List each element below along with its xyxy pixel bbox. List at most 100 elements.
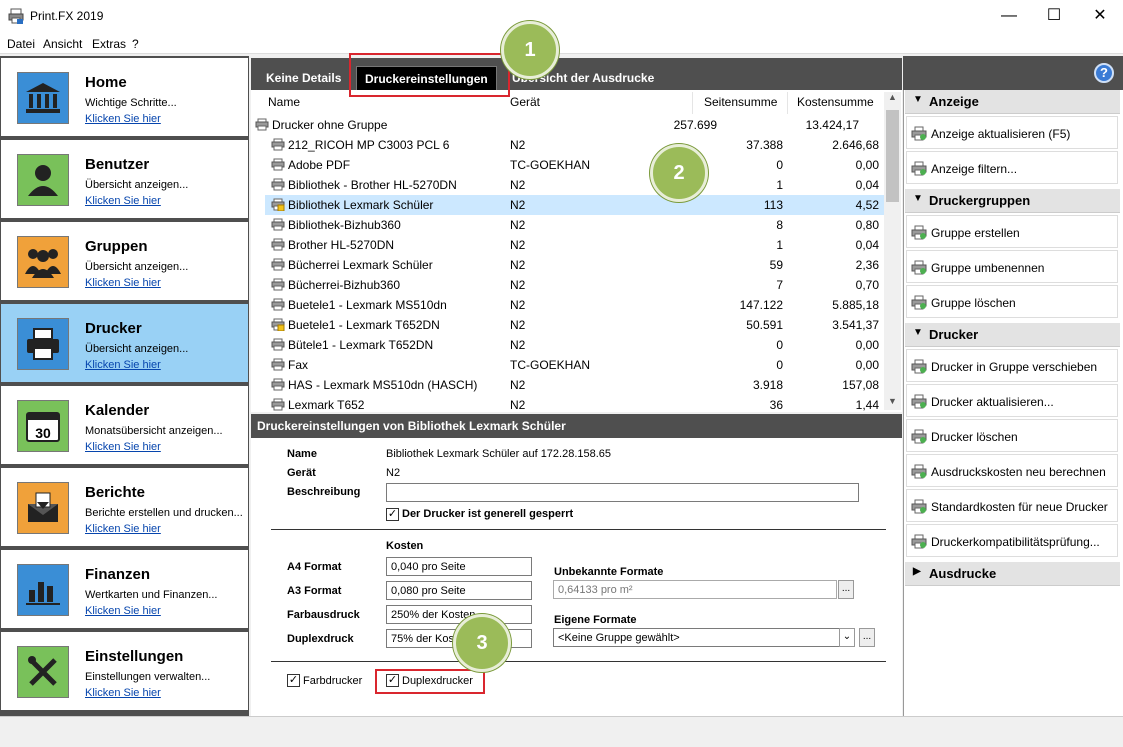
table-row[interactable]: 212_RICOH MP C3003 PCL 6 N2 37.388 2.646,68	[265, 135, 885, 155]
chevron-down-icon: ▼	[913, 327, 923, 338]
own-formats-select[interactable]: <Keine Gruppe gewählt>	[553, 628, 855, 647]
task-action[interactable]: Drucker löschen	[906, 419, 1118, 452]
task-action[interactable]: Gruppe umbenennen	[906, 250, 1118, 283]
task-action[interactable]: Drucker aktualisieren...	[906, 384, 1118, 417]
table-row[interactable]: Adobe PDF TC-GOEKHAN 0 0,00	[265, 155, 885, 175]
sidebar-item-desc: Wichtige Schritte...	[85, 97, 177, 109]
close-button[interactable]: ✕	[1077, 0, 1123, 32]
table-row[interactable]: Bücherrei-Bizhub360 N2 7 0,70	[265, 275, 885, 295]
sidebar-item-title: Gruppen	[85, 238, 148, 255]
printer-cost: 0,00	[855, 158, 879, 172]
table-row[interactable]: Buetele1 - Lexmark MS510dn N2 147.122 5.885…	[265, 295, 885, 315]
sidebar-item-link[interactable]: Klicken Sie hier	[85, 195, 161, 207]
menu-ansicht[interactable]: Ansicht	[43, 37, 82, 51]
sidebar-item-home[interactable]: Home Wichtige Schritte... Klicken Sie hier	[1, 58, 248, 136]
task-action[interactable]: Standardkosten für neue Drucker	[906, 489, 1118, 522]
a4-input[interactable]: 0,040 pro Seite	[386, 557, 532, 576]
sidebar-item-link[interactable]: Klicken Sie hier	[85, 441, 161, 453]
sidebar-item-link[interactable]: Klicken Sie hier	[85, 113, 161, 125]
sidebar-item-einstellungen[interactable]: Einstellungen Einstellungen verwalten... K…	[1, 632, 248, 710]
sidebar-item-benutzer[interactable]: Benutzer Übersicht anzeigen... Klicken Sie…	[1, 140, 248, 218]
table-row[interactable]: Bibliothek Lexmark Schüler N2 113 4,52	[265, 195, 885, 215]
col-header-device[interactable]: Gerät	[510, 95, 540, 109]
task-action[interactable]: Anzeige aktualisieren (F5)	[906, 116, 1118, 149]
sidebar-item-title: Home	[85, 74, 127, 91]
own-formats-button[interactable]: ...	[859, 628, 875, 647]
color-printer-checkbox[interactable]: ✓	[287, 674, 300, 687]
task-action[interactable]: Drucker in Gruppe verschieben	[906, 349, 1118, 382]
chevron-down-icon: ▼	[913, 94, 923, 105]
printer-name: Bibliothek - Brother HL-5270DN	[288, 178, 457, 192]
list-group-row[interactable]: Drucker ohne Gruppe 257.699 13.424,17	[255, 115, 875, 135]
sidebar-item-gruppen[interactable]: Gruppen Übersicht anzeigen... Klicken Sie …	[1, 222, 248, 300]
menu-datei[interactable]: Datei	[7, 37, 35, 51]
section-drucker[interactable]: ▼ Drucker	[905, 323, 1120, 347]
col-header-name[interactable]: Name	[268, 95, 300, 109]
printer-device: N2	[510, 318, 526, 332]
a3-input[interactable]: 0,080 pro Seite	[386, 581, 532, 600]
printer-cost: 5.885,18	[832, 298, 879, 312]
task-action[interactable]: Anzeige filtern...	[906, 151, 1118, 184]
printer-pages: 113	[763, 198, 783, 212]
annotation-bubble-2: 2	[650, 144, 708, 202]
unknown-formats-button[interactable]: ...	[838, 580, 854, 599]
menu-help[interactable]: ?	[132, 37, 139, 51]
table-row[interactable]: HAS - Lexmark MS510dn (HASCH) N2 3.918 157,…	[265, 375, 885, 395]
table-row[interactable]: Bütele1 - Lexmark T652DN N2 0 0,00	[265, 335, 885, 355]
device-value: N2	[386, 467, 401, 479]
chevron-down-icon[interactable]: ⌄	[839, 628, 855, 647]
printer-cost: 0,04	[855, 178, 879, 192]
table-row[interactable]: Bibliothek-Bizhub360 N2 8 0,80	[265, 215, 885, 235]
sidebar-item-kalender[interactable]: 30 Kalender Monatsübersicht anzeigen... Kli…	[1, 386, 248, 464]
printer-cost: 0,04	[855, 238, 879, 252]
col-header-cost[interactable]: Kostensumme	[797, 95, 874, 109]
task-action[interactable]: Druckerkompatibilitätsprüfung...	[906, 524, 1118, 557]
color-print-input[interactable]: 250% der Kosten	[386, 605, 532, 624]
unknown-formats-input[interactable]: 0,64133 pro m²	[553, 580, 837, 599]
sidebar-item-finanzen[interactable]: Finanzen Wertkarten und Finanzen... Klicke…	[1, 550, 248, 628]
sidebar-item-link[interactable]: Klicken Sie hier	[85, 277, 161, 289]
printer-group-icon	[255, 118, 269, 131]
sidebar-item-desc: Übersicht anzeigen...	[85, 261, 189, 273]
sidebar-item-link[interactable]: Klicken Sie hier	[85, 523, 161, 535]
section-anzeige[interactable]: ▼ Anzeige	[905, 90, 1120, 114]
section-druckergruppen[interactable]: ▼ Druckergruppen	[905, 189, 1120, 213]
sidebar-item-drucker[interactable]: Drucker Übersicht anzeigen... Klicken Sie …	[1, 304, 248, 382]
chevron-down-icon: ▼	[913, 193, 923, 204]
maximize-button[interactable]: ☐	[1031, 0, 1077, 32]
task-action[interactable]: Gruppe erstellen	[906, 215, 1118, 248]
help-icon[interactable]: ?	[1094, 63, 1114, 83]
locked-checkbox[interactable]: ✓	[386, 508, 399, 521]
printer-device: N2	[510, 338, 526, 352]
printer-action-icon	[911, 394, 927, 409]
printer-icon	[271, 358, 285, 371]
col-header-pages[interactable]: Seitensumme	[704, 95, 777, 109]
printer-action-icon	[911, 499, 927, 514]
sidebar-item-link[interactable]: Klicken Sie hier	[85, 605, 161, 617]
section-ausdrucke[interactable]: ▶ Ausdrucke	[905, 562, 1120, 586]
locked-label: Der Drucker ist generell gesperrt	[402, 508, 574, 520]
description-input[interactable]	[386, 483, 859, 502]
table-row[interactable]: Bücherrei Lexmark Schüler N2 59 2,36	[265, 255, 885, 275]
table-row[interactable]: Lexmark T652 N2 36 1,44	[265, 395, 885, 415]
a4-label: A4 Format	[287, 561, 342, 573]
printer-name: Bibliothek Lexmark Schüler	[288, 198, 434, 212]
sidebar-item-link[interactable]: Klicken Sie hier	[85, 359, 161, 371]
table-row[interactable]: Brother HL-5270DN N2 1 0,04	[265, 235, 885, 255]
table-row[interactable]: Buetele1 - Lexmark T652DN N2 50.591 3.541,3…	[265, 315, 885, 335]
table-row[interactable]: Fax TC-GOEKHAN 0 0,00	[265, 355, 885, 375]
sidebar-item-link[interactable]: Klicken Sie hier	[85, 687, 161, 699]
minimize-button[interactable]: —	[986, 0, 1032, 32]
menu-bar: Datei Ansicht Extras ?	[0, 32, 1123, 54]
sidebar-item-desc: Berichte erstellen und drucken...	[85, 507, 243, 519]
printer-name: Buetele1 - Lexmark MS510dn	[288, 298, 447, 312]
task-action[interactable]: Ausdruckskosten neu berechnen	[906, 454, 1118, 487]
task-action[interactable]: Gruppe löschen	[906, 285, 1118, 318]
group-pages: 257.699	[673, 118, 717, 132]
sidebar-item-berichte[interactable]: Berichte Berichte erstellen und drucken..…	[1, 468, 248, 546]
menu-extras[interactable]: Extras	[92, 37, 126, 51]
group-cost: 13.424,17	[805, 118, 859, 132]
table-row[interactable]: Bibliothek - Brother HL-5270DN N2 1 0,04	[265, 175, 885, 195]
list-scrollbar[interactable]: ▲ ▼	[884, 92, 901, 410]
tab-keine-details[interactable]: Keine Details	[258, 66, 349, 90]
